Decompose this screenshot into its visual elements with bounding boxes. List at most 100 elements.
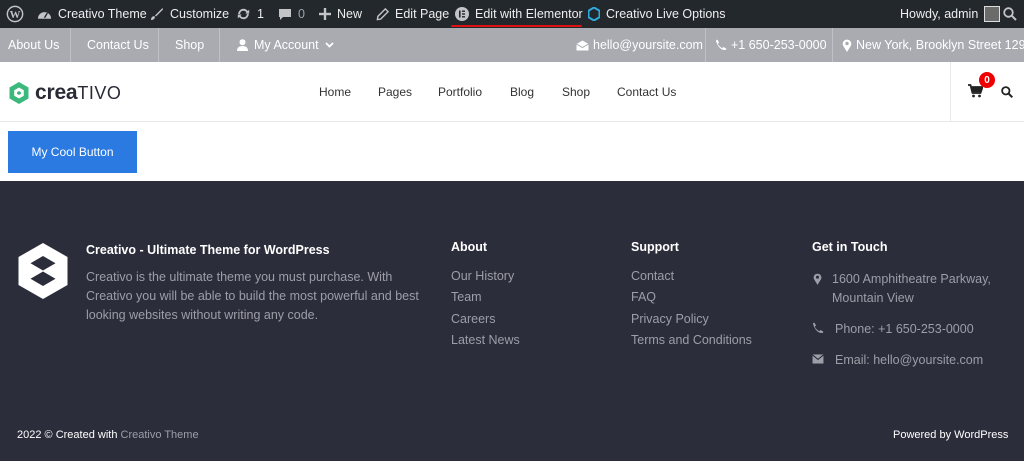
footer-link-team[interactable]: Team: [451, 290, 482, 304]
footer-brand-title: Creativo - Ultimate Theme for WordPress: [86, 243, 330, 257]
logo-text: creaTIVO: [35, 81, 121, 105]
updates-link[interactable]: 1: [236, 0, 264, 28]
topbar-location[interactable]: New York, Brooklyn Street 129: [842, 28, 1024, 62]
search-icon: [1001, 86, 1013, 98]
footer-address-line1: 1600 Amphitheatre Parkway,: [832, 272, 991, 286]
comments-count: 0: [298, 7, 305, 21]
location-label: New York, Brooklyn Street 129: [856, 38, 1024, 52]
elementor-icon: [455, 7, 469, 21]
svg-text:W: W: [10, 9, 21, 21]
nav-pages[interactable]: Pages: [378, 62, 412, 122]
edit-elementor-link[interactable]: Edit with Elementor: [455, 0, 583, 28]
brush-icon: [151, 8, 163, 20]
envelope-icon: [576, 40, 589, 50]
customize-link[interactable]: Customize: [150, 0, 229, 28]
site-header: creaTIVO Home Pages Portfolio Blog Shop …: [0, 62, 1024, 122]
live-options-label: Creativo Live Options: [606, 7, 726, 21]
map-marker-icon: [813, 273, 822, 285]
cart-icon: [968, 84, 983, 98]
footer-address-line2: Mountain View: [832, 291, 914, 305]
wordpress-icon: W: [6, 5, 24, 23]
cart-count-badge: 0: [979, 72, 995, 88]
topbar-divider: [219, 28, 220, 62]
copyright-prefix: 2022 © Created with: [17, 429, 118, 441]
footer-contact-title: Get in Touch: [812, 240, 888, 254]
my-cool-button[interactable]: My Cool Button: [8, 131, 137, 173]
footer-link-faq[interactable]: FAQ: [631, 290, 656, 304]
logo-hex-icon: [9, 82, 29, 104]
elementor-highlight-underline: [451, 25, 582, 27]
pencil-icon: [376, 7, 389, 20]
footer-link-our-history[interactable]: Our History: [451, 269, 514, 283]
my-account-label: My Account: [254, 38, 319, 52]
site-name-label: Creativo Theme: [58, 7, 147, 21]
updates-count: 1: [257, 7, 264, 21]
new-label: New: [337, 7, 363, 21]
copyright-theme-link[interactable]: Creativo Theme: [121, 429, 199, 441]
footer-link-privacy-policy[interactable]: Privacy Policy: [631, 312, 709, 326]
topbar-divider: [70, 28, 71, 62]
edit-elementor-label: Edit with Elementor: [475, 7, 583, 21]
avatar: [984, 6, 1001, 22]
footer-email[interactable]: Email: hello@yoursite.com: [835, 353, 983, 367]
howdy-label: Howdy, admin: [900, 7, 979, 21]
email-label: hello@yoursite.com: [593, 38, 703, 52]
nav-home[interactable]: Home: [319, 62, 351, 122]
my-account-menu[interactable]: Howdy, admin: [900, 0, 1001, 28]
footer-support-title: Support: [631, 240, 679, 254]
customize-label: Customize: [170, 7, 230, 21]
site-logo[interactable]: creaTIVO: [8, 81, 121, 105]
footer-copyright: 2022 © Created with Creativo Theme: [17, 429, 199, 441]
chevron-down-icon: [324, 42, 334, 48]
topbar-link-contact[interactable]: Contact Us: [87, 28, 149, 62]
topbar-email[interactable]: hello@yoursite.com: [576, 28, 703, 62]
comments-link[interactable]: 0: [278, 0, 305, 28]
creativo-live-options-link[interactable]: Creativo Live Options: [588, 0, 726, 28]
comment-icon: [279, 8, 291, 20]
topbar-link-about[interactable]: About Us: [8, 28, 59, 62]
topbar-divider: [158, 28, 159, 62]
plus-icon: [319, 8, 331, 20]
footer-brand-description: Creativo is the ultimate theme you must …: [86, 270, 419, 322]
envelope-icon: [812, 354, 824, 364]
logo-text-light: TIVO: [77, 83, 122, 103]
top-bar: About Us Contact Us Shop My Account hell…: [0, 28, 1024, 62]
site-footer: Creativo - Ultimate Theme for WordPress …: [0, 181, 1024, 461]
dashboard-icon: [37, 12, 52, 19]
nav-shop[interactable]: Shop: [562, 62, 590, 122]
wp-admin-bar: W Creativo Theme Customize 1 0 New Edit …: [0, 0, 1024, 28]
topbar-my-account[interactable]: My Account: [237, 28, 334, 62]
nav-contact-us[interactable]: Contact Us: [617, 62, 676, 122]
site-name-menu[interactable]: Creativo Theme: [37, 0, 147, 28]
nav-blog[interactable]: Blog: [510, 62, 534, 122]
footer-powered-by[interactable]: Powered by WordPress: [893, 429, 1008, 441]
map-marker-icon: [842, 39, 852, 52]
admin-search-button[interactable]: [1003, 0, 1017, 28]
user-icon: [237, 39, 248, 51]
nav-portfolio[interactable]: Portfolio: [438, 62, 482, 122]
topbar-link-shop[interactable]: Shop: [175, 28, 204, 62]
edit-page-label: Edit Page: [395, 7, 450, 21]
footer-link-careers[interactable]: Careers: [451, 312, 495, 326]
footer-about-title: About: [451, 240, 488, 254]
logo-text-bold: crea: [35, 81, 78, 104]
updates-icon: [237, 8, 250, 20]
phone-label: +1 650-253-0000: [731, 38, 827, 52]
edit-page-link[interactable]: Edit Page: [376, 0, 449, 28]
header-divider: [950, 62, 951, 122]
footer-link-terms[interactable]: Terms and Conditions: [631, 333, 752, 347]
footer-link-contact[interactable]: Contact: [631, 269, 674, 283]
footer-logo-icon: [18, 243, 68, 299]
creativo-hex-icon: [588, 7, 600, 21]
topbar-divider: [832, 28, 833, 62]
phone-icon: [813, 322, 824, 333]
topbar-phone[interactable]: +1 650-253-0000: [715, 28, 827, 62]
cart-button[interactable]: [968, 84, 983, 98]
header-search-button[interactable]: [1001, 86, 1013, 98]
new-content-menu[interactable]: New: [319, 0, 362, 28]
search-icon: [1003, 7, 1017, 21]
footer-link-latest-news[interactable]: Latest News: [451, 333, 520, 347]
wordpress-menu[interactable]: W: [6, 0, 24, 28]
footer-phone[interactable]: Phone: +1 650-253-0000: [835, 322, 974, 336]
topbar-divider: [705, 28, 706, 62]
